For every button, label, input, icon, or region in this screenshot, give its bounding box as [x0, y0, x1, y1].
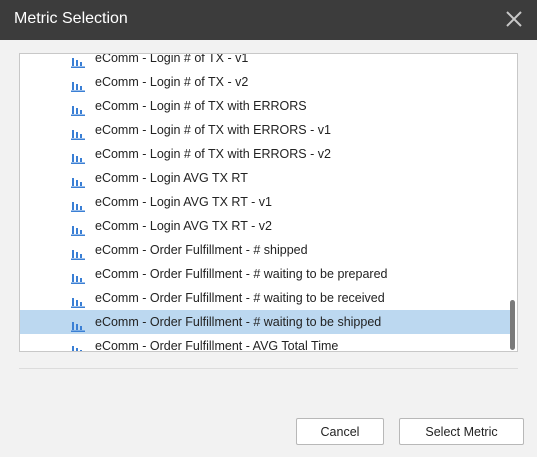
metric-list-item[interactable]: eComm - Order Fulfillment - # waiting to… — [20, 286, 510, 310]
cancel-button[interactable]: Cancel — [296, 418, 384, 445]
close-icon[interactable] — [505, 10, 523, 28]
metric-list-item[interactable]: eComm - Order Fulfillment - AVG Total Ti… — [20, 334, 510, 352]
metric-list-item-label: eComm - Login # of TX with ERRORS - v1 — [95, 123, 331, 137]
metric-list-item-label: eComm - Login # of TX with ERRORS — [95, 99, 307, 113]
bar-chart-icon — [71, 148, 85, 164]
bar-chart-icon — [71, 172, 85, 188]
metric-list-item[interactable]: eComm - Login # of TX with ERRORS - v1 — [20, 118, 510, 142]
metric-list-item-label: eComm - Order Fulfillment - # waiting to… — [95, 267, 388, 281]
bar-chart-icon — [71, 244, 85, 260]
bar-chart-icon — [71, 54, 85, 68]
metric-list-item[interactable]: eComm - Login AVG TX RT - v2 — [20, 214, 510, 238]
metric-list-item-label: eComm - Order Fulfillment - AVG Total Ti… — [95, 339, 339, 352]
metric-list-item-label: eComm - Login # of TX with ERRORS - v2 — [95, 147, 331, 161]
select-metric-button[interactable]: Select Metric — [399, 418, 524, 445]
scrollbar-track[interactable] — [508, 54, 517, 351]
bar-chart-icon — [71, 316, 85, 332]
bar-chart-icon — [71, 268, 85, 284]
metric-list-item[interactable]: eComm - Login # of TX - v1 — [20, 53, 510, 70]
bar-chart-icon — [71, 220, 85, 236]
metric-list-item[interactable]: eComm - Order Fulfillment - # shipped — [20, 238, 510, 262]
metric-list-item[interactable]: eComm - Login # of TX - v2 — [20, 70, 510, 94]
metric-list-item[interactable]: eComm - Login # of TX with ERRORS — [20, 94, 510, 118]
scrollbar-thumb[interactable] — [510, 300, 515, 350]
metric-list-item-label: eComm - Login AVG TX RT - v2 — [95, 219, 272, 233]
bar-chart-icon — [71, 196, 85, 212]
metric-list-item-label: eComm - Order Fulfillment - # shipped — [95, 243, 308, 257]
metric-list[interactable]: eComm - Login # of TX - v1 eComm - Login … — [19, 53, 518, 352]
metric-list-item-label: eComm - Login # of TX - v1 — [95, 53, 249, 65]
metric-list-item[interactable]: eComm - Order Fulfillment - # waiting to… — [20, 310, 510, 334]
footer-divider — [19, 368, 518, 369]
bar-chart-icon — [71, 100, 85, 116]
metric-list-item[interactable]: eComm - Order Fulfillment - # waiting to… — [20, 262, 510, 286]
bar-chart-icon — [71, 292, 85, 308]
bar-chart-icon — [71, 340, 85, 351]
metric-list-item-label: eComm - Login AVG TX RT - v1 — [95, 195, 272, 209]
metric-list-item-label: eComm - Login AVG TX RT — [95, 171, 248, 185]
bar-chart-icon — [71, 124, 85, 140]
metric-list-item-label: eComm - Order Fulfillment - # waiting to… — [95, 315, 382, 329]
metric-list-item[interactable]: eComm - Login AVG TX RT - v1 — [20, 190, 510, 214]
dialog-title: Metric Selection — [14, 10, 128, 27]
metric-list-item[interactable]: eComm - Login AVG TX RT — [20, 166, 510, 190]
metric-list-item-label: eComm - Login # of TX - v2 — [95, 75, 249, 89]
metric-list-item-label: eComm - Order Fulfillment - # waiting to… — [95, 291, 385, 305]
bar-chart-icon — [71, 76, 85, 92]
metric-list-rows: eComm - Login # of TX - v1 eComm - Login … — [20, 53, 510, 352]
metric-list-item[interactable]: eComm - Login # of TX with ERRORS - v2 — [20, 142, 510, 166]
title-bar: Metric Selection — [0, 0, 537, 40]
